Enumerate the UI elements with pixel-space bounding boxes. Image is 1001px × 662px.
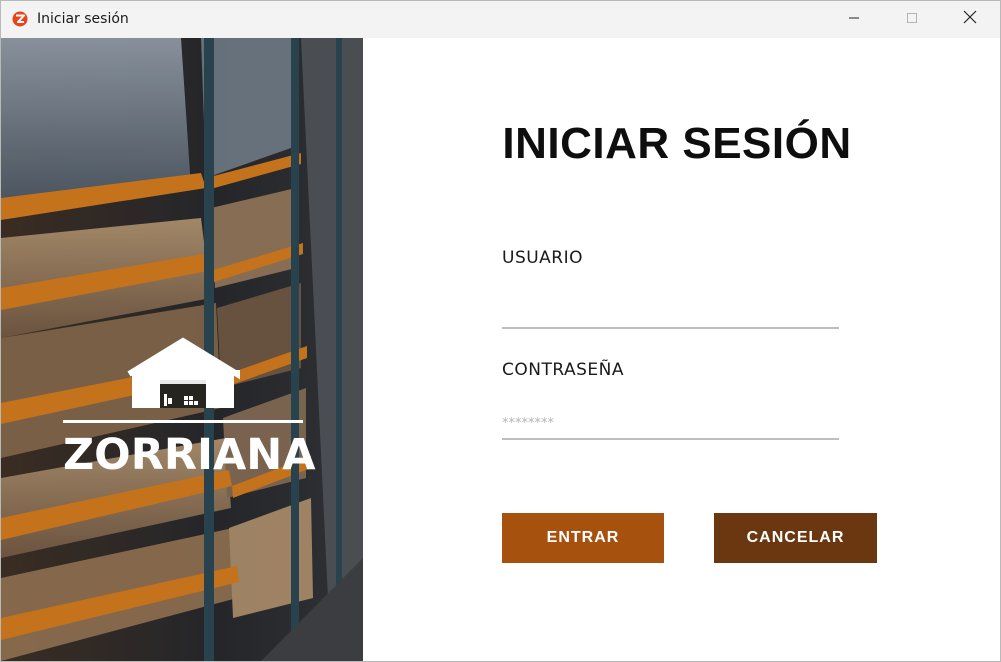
login-window: Iniciar sesión ZORRIANA INICIAR SESIÓN U… <box>0 0 1001 662</box>
page-title: INICIAR SESIÓN <box>502 119 852 168</box>
close-icon <box>963 10 977 29</box>
enter-button[interactable]: ENTRAR <box>502 513 664 563</box>
close-button[interactable] <box>941 1 999 38</box>
brand-name: ZORRIANA <box>63 430 316 480</box>
maximize-icon <box>906 11 918 29</box>
username-input[interactable] <box>502 297 839 329</box>
password-label: CONTRASEÑA <box>502 360 624 380</box>
z-logo-icon <box>12 11 28 27</box>
minimize-icon <box>848 11 860 29</box>
window-title: Iniciar sesión <box>37 11 129 27</box>
warehouse-shelves-photo: ZORRIANA <box>1 38 363 661</box>
minimize-button[interactable] <box>825 1 883 38</box>
password-input[interactable] <box>502 408 839 440</box>
username-label: USUARIO <box>502 248 584 268</box>
title-bar[interactable]: Iniciar sesión <box>1 1 1000 38</box>
maximize-button[interactable] <box>883 1 941 38</box>
cancel-button[interactable]: CANCELAR <box>714 513 877 563</box>
